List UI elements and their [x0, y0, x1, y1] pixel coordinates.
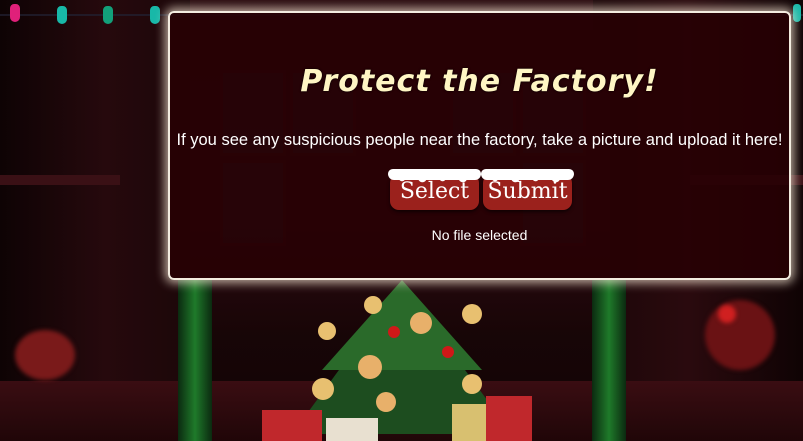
submit-button[interactable]: Submit: [481, 169, 574, 210]
upload-modal: Protect the Factory! If you see any susp…: [168, 11, 791, 280]
ornament: [312, 378, 334, 400]
ornament: [442, 346, 454, 358]
submit-button-label: Submit: [487, 179, 568, 204]
ornament: [410, 312, 432, 334]
gift-icon: [486, 396, 532, 441]
light-bulb-icon: [793, 4, 801, 22]
ornament: [364, 296, 382, 314]
light-bulb-icon: [57, 6, 67, 24]
select-button-label: Select: [399, 179, 470, 204]
select-file-button[interactable]: Select: [388, 169, 481, 210]
ornament: [462, 374, 482, 394]
left-decoration: [15, 330, 75, 380]
gift-icon: [452, 404, 486, 441]
ornament: [462, 304, 482, 324]
upload-instructions: If you see any suspicious people near th…: [176, 131, 783, 149]
light-bulb-icon: [103, 6, 113, 24]
file-status-text: No file selected: [431, 227, 528, 243]
gift-icon: [326, 418, 378, 441]
right-curtain: [592, 280, 626, 441]
button-row: Select Submit: [170, 169, 789, 214]
light-bulb-icon: [150, 6, 160, 24]
ornament: [388, 326, 400, 338]
left-curtain: [178, 280, 212, 441]
ornament: [318, 322, 336, 340]
gift-icon: [262, 410, 322, 441]
left-shelf: [0, 175, 120, 185]
ornament: [376, 392, 396, 412]
light-bulb-icon: [10, 4, 20, 22]
right-decoration: [705, 300, 775, 370]
modal-title: Protect the Factory!: [300, 64, 659, 99]
ornament: [358, 355, 382, 379]
